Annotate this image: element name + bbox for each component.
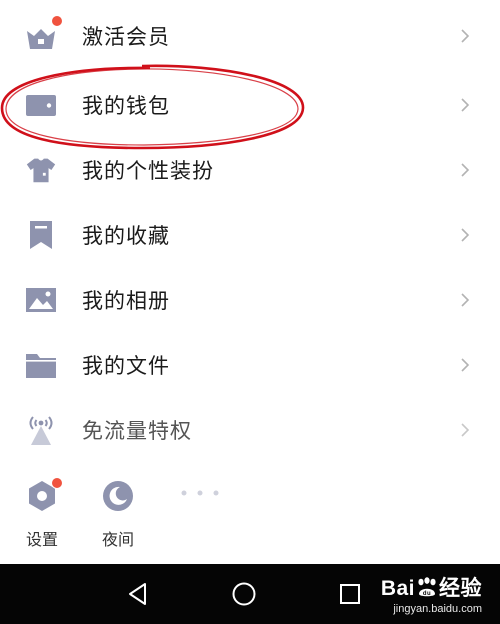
menu-item-files[interactable]: 我的文件 <box>0 332 500 397</box>
moon-icon <box>100 478 136 514</box>
night-mode-button[interactable]: 夜间 <box>88 472 148 550</box>
chevron-right-icon <box>461 422 470 437</box>
chevron-right-icon <box>461 227 470 242</box>
menu-item-label: 我的相册 <box>82 288 170 313</box>
night-mode-label: 夜间 <box>101 530 134 549</box>
chevron-right-icon <box>461 162 470 177</box>
watermark-brand-right: 经验 <box>439 577 482 600</box>
watermark-site: jingyan.baidu.com <box>393 603 482 615</box>
baidu-jingyan-watermark: Bai du 经验 jingyan.baidu.com <box>381 572 482 615</box>
chevron-right-icon <box>461 29 470 43</box>
svg-text:du: du <box>423 591 431 597</box>
settings-label: 设置 <box>25 530 58 549</box>
signal-tower-icon <box>24 413 58 447</box>
menu-item-wallet[interactable]: 我的钱包 <box>0 72 500 137</box>
more-dots-icon[interactable] <box>178 490 222 496</box>
menu-item-label: 我的钱包 <box>82 93 170 118</box>
home-circle-icon[interactable] <box>228 578 260 610</box>
menu-item-label: 我的收藏 <box>82 223 170 248</box>
watermark-brand-left: Bai <box>380 577 415 600</box>
system-navigation-bar: Bai du 经验 jingyan.baidu.com <box>0 564 500 624</box>
back-triangle-icon[interactable] <box>122 578 154 610</box>
notification-badge <box>51 477 63 489</box>
menu-list: 激活会员 我的钱包 我的个性装扮 我的收藏 我的相册 我的文件 免流量特权 <box>0 0 500 462</box>
menu-item-personalize[interactable]: 我的个性装扮 <box>0 137 500 202</box>
photo-icon <box>24 283 58 317</box>
bookmark-icon <box>24 218 58 252</box>
settings-hexagon-icon <box>24 477 63 514</box>
chevron-right-icon <box>461 292 470 307</box>
menu-item-free-data[interactable]: 免流量特权 <box>0 397 500 462</box>
menu-item-label: 我的文件 <box>82 353 170 378</box>
chevron-right-icon <box>461 97 470 112</box>
notification-badge <box>51 15 63 27</box>
chevron-right-icon <box>461 357 470 372</box>
menu-item-label: 免流量特权 <box>82 418 192 443</box>
folder-icon <box>24 348 58 382</box>
menu-item-label: 激活会员 <box>82 25 170 49</box>
tshirt-icon <box>24 153 58 187</box>
wallet-icon <box>24 88 58 122</box>
menu-item-favorites[interactable]: 我的收藏 <box>0 202 500 267</box>
baidu-paw-icon: du <box>418 577 436 597</box>
vip-basket-icon <box>24 15 63 53</box>
recents-square-icon[interactable] <box>334 578 366 610</box>
menu-item-activate-vip[interactable]: 激活会员 <box>0 0 500 72</box>
menu-item-album[interactable]: 我的相册 <box>0 267 500 332</box>
menu-item-label: 我的个性装扮 <box>82 158 214 183</box>
settings-button[interactable]: 设置 <box>12 472 72 550</box>
bottom-tools: 设置 夜间 <box>0 472 500 564</box>
